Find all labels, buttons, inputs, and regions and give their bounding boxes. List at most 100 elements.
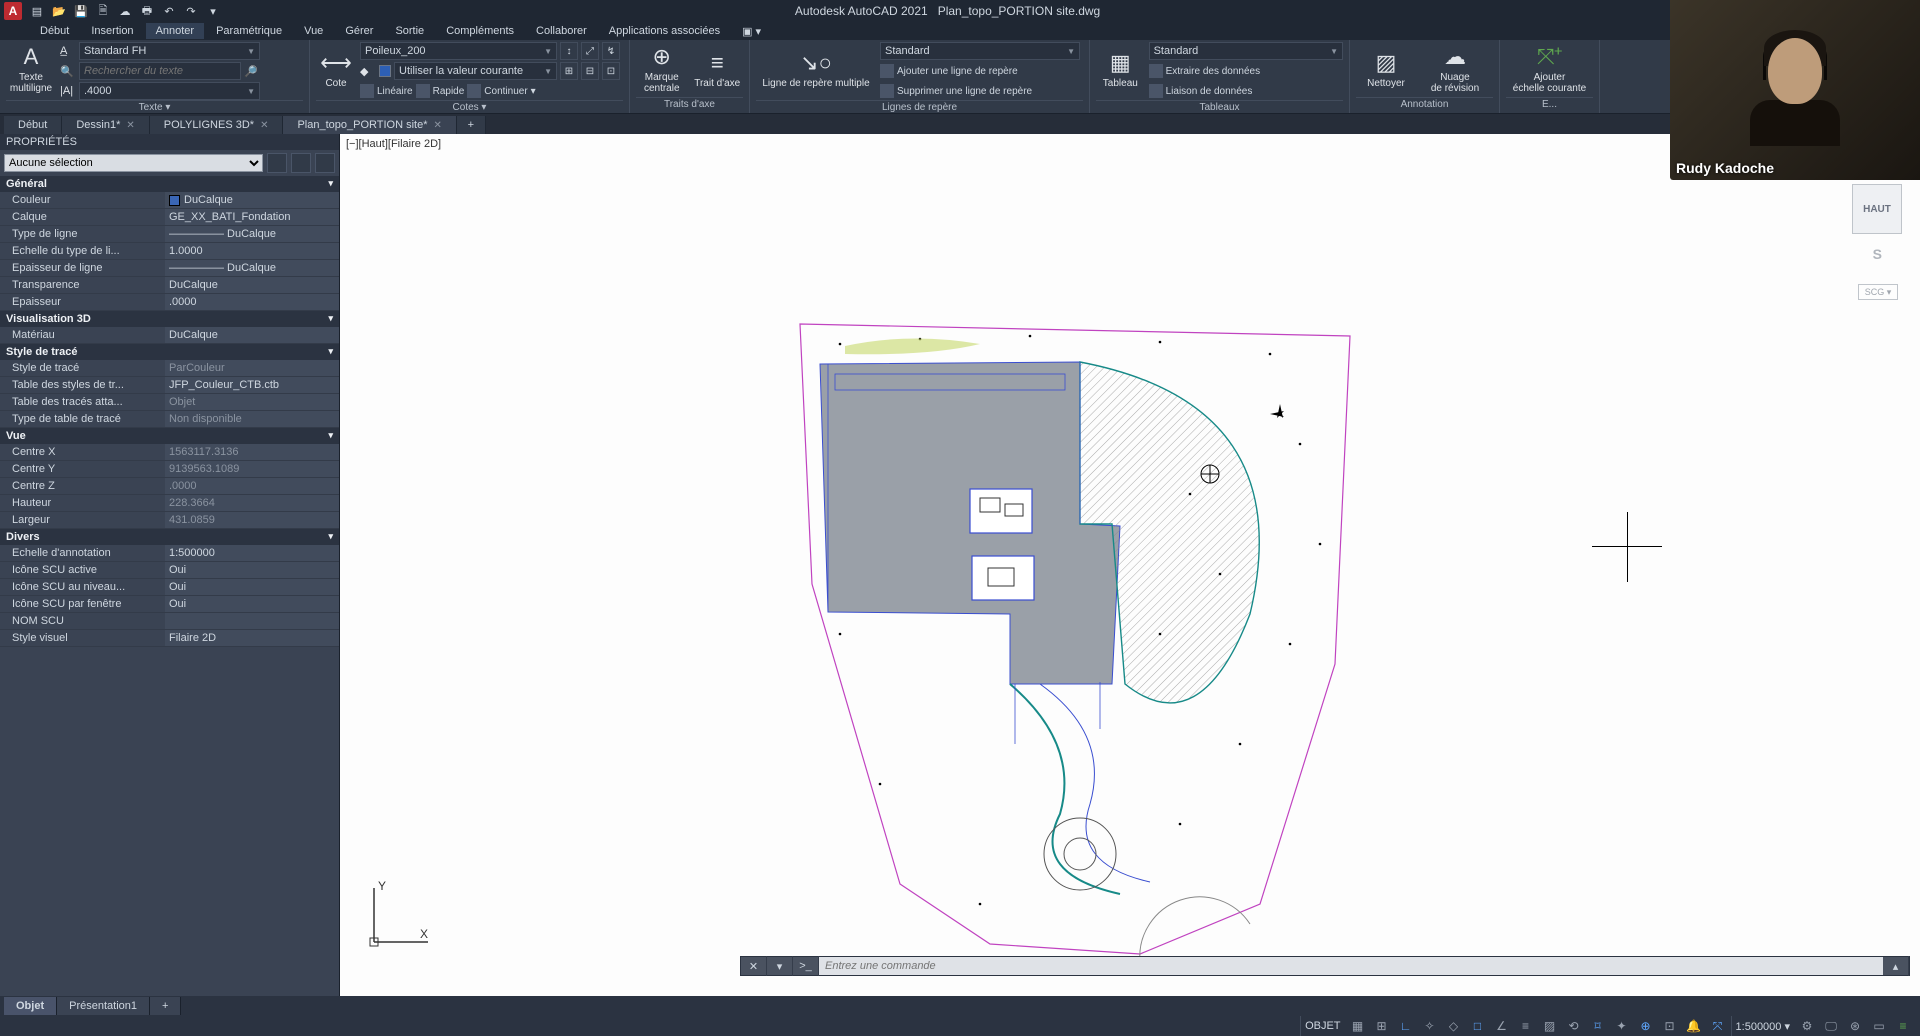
prop-value[interactable]: DuCalque: [165, 192, 339, 208]
extract-data-button[interactable]: Extraire des données: [1149, 64, 1261, 78]
menu-vue[interactable]: Vue: [294, 23, 333, 39]
cleanup-button[interactable]: ▨ Nettoyer: [1356, 42, 1416, 96]
compass-s[interactable]: S: [1873, 246, 1882, 262]
prop-row[interactable]: CouleurDuCalque: [0, 192, 339, 209]
dimlayer-check[interactable]: [379, 65, 391, 77]
revcloud-button[interactable]: ☁ Nuage de révision: [1420, 42, 1490, 96]
dim-break-icon[interactable]: ⤢: [581, 42, 599, 60]
menu-compléments[interactable]: Compléments: [436, 23, 524, 39]
doctab-close-icon[interactable]: ✕: [126, 120, 134, 131]
menu-applications associées[interactable]: Applications associées: [599, 23, 730, 39]
prop-value[interactable]: Oui: [165, 596, 339, 612]
dim-a-icon[interactable]: ⊞: [560, 62, 578, 80]
prop-value[interactable]: 1:500000: [165, 545, 339, 561]
pickadd-icon[interactable]: [291, 153, 311, 173]
table-button[interactable]: ▦ Tableau: [1096, 42, 1145, 96]
prop-row[interactable]: Hauteur228.3664: [0, 495, 339, 512]
panel-reperes-title[interactable]: Lignes de repère: [756, 100, 1083, 113]
prop-row[interactable]: Echelle du type de li...1.0000: [0, 243, 339, 260]
panel-cotes-title[interactable]: Cotes ▾: [316, 100, 623, 113]
text-button[interactable]: A Texte multiligne: [6, 42, 56, 96]
panel-tableaux-title[interactable]: Tableaux: [1096, 100, 1343, 113]
prop-row[interactable]: Centre X1563117.3136: [0, 444, 339, 461]
qat-saveas-icon[interactable]: 🗎: [94, 2, 112, 20]
textheight-dropdown[interactable]: .4000▼: [79, 82, 260, 100]
prop-value[interactable]: 9139563.1089: [165, 461, 339, 477]
qat-undo-icon[interactable]: ↶: [160, 2, 178, 20]
menu-insertion[interactable]: Insertion: [81, 23, 143, 39]
status-iso-icon[interactable]: ◇: [1443, 1016, 1465, 1036]
layouttab-présentation1[interactable]: Présentation1: [57, 997, 150, 1015]
prop-value[interactable]: JFP_Couleur_CTB.ctb: [165, 377, 339, 393]
prop-value[interactable]: Non disponible: [165, 411, 339, 427]
prop-value[interactable]: DuCalque: [165, 277, 339, 293]
prop-section-divers[interactable]: Divers▾: [0, 529, 339, 545]
prop-value[interactable]: [165, 613, 339, 629]
mleaderstyle-dropdown[interactable]: Standard▼: [880, 42, 1080, 60]
qat-open-icon[interactable]: 📂: [50, 2, 68, 20]
menu-annoter[interactable]: Annoter: [146, 23, 205, 39]
prop-value[interactable]: Oui: [165, 562, 339, 578]
find-go-icon[interactable]: 🔎: [244, 65, 260, 78]
prop-row[interactable]: Icône SCU au niveau...Oui: [0, 579, 339, 596]
cmd-expand-icon[interactable]: ▴: [1883, 956, 1909, 976]
status-polar-icon[interactable]: ✧: [1419, 1016, 1441, 1036]
status-scale[interactable]: 1:500000 ▾: [1731, 1016, 1794, 1036]
status-trans-icon[interactable]: ▨: [1539, 1016, 1561, 1036]
dim-linear-button[interactable]: Linéaire: [360, 84, 413, 98]
mleader-button[interactable]: ↘○ Ligne de repère multiple: [756, 42, 876, 96]
prop-value[interactable]: 228.3664: [165, 495, 339, 511]
prop-value[interactable]: 1.0000: [165, 243, 339, 259]
status-monitor-icon[interactable]: 🖵: [1820, 1016, 1842, 1036]
doctab-1[interactable]: Dessin1*✕: [62, 116, 149, 134]
doctab-close-icon[interactable]: ✕: [260, 120, 268, 131]
prop-row[interactable]: Table des styles de tr...JFP_Couleur_CTB…: [0, 377, 339, 394]
prop-row[interactable]: Type de table de tracéNon disponible: [0, 411, 339, 428]
panel-texte-title[interactable]: Texte ▾: [6, 100, 303, 113]
dim-quick-button[interactable]: Rapide: [416, 84, 465, 98]
status-clean-icon[interactable]: ▭: [1868, 1016, 1890, 1036]
dim-jog-icon[interactable]: ↯: [602, 42, 620, 60]
status-otrack-icon[interactable]: ∠: [1491, 1016, 1513, 1036]
qat-save-icon[interactable]: 💾: [72, 2, 90, 20]
prop-value[interactable]: .0000: [165, 294, 339, 310]
prop-value[interactable]: Filaire 2D: [165, 630, 339, 646]
menu-collaborer[interactable]: Collaborer: [526, 23, 597, 39]
menu-sortie[interactable]: Sortie: [385, 23, 434, 39]
command-input[interactable]: [819, 957, 1883, 975]
cote-button[interactable]: ⟷ Cote: [316, 42, 356, 96]
status-grid-icon[interactable]: ▦: [1347, 1016, 1369, 1036]
status-snap-icon[interactable]: ⊞: [1371, 1016, 1393, 1036]
drawing-canvas[interactable]: [780, 284, 1380, 964]
prop-value[interactable]: GE_XX_BATI_Fondation: [165, 209, 339, 225]
dimstyle-dropdown[interactable]: Poileux_200▼: [360, 42, 557, 60]
prop-section-style-de-tracé[interactable]: Style de tracé▾: [0, 344, 339, 360]
layouttab-add[interactable]: +: [150, 997, 181, 1015]
app-logo[interactable]: A: [4, 2, 22, 20]
prop-row[interactable]: Icône SCU par fenêtreOui: [0, 596, 339, 613]
mleader-add-button[interactable]: Ajouter une ligne de repère: [880, 64, 1018, 78]
view-cube[interactable]: HAUT: [1852, 184, 1902, 234]
scg-dropdown[interactable]: SCG ▾: [1858, 284, 1898, 300]
qat-redo-icon[interactable]: ↷: [182, 2, 200, 20]
prop-row[interactable]: Table des tracés atta...Objet: [0, 394, 339, 411]
addscale-button[interactable]: ⤧⁺ Ajouter échelle courante: [1506, 42, 1593, 96]
prop-section-général[interactable]: Général▾: [0, 176, 339, 192]
doctab-0[interactable]: Début: [4, 116, 62, 134]
prop-row[interactable]: CalqueGE_XX_BATI_Fondation: [0, 209, 339, 226]
prop-row[interactable]: Centre Y9139563.1089: [0, 461, 339, 478]
prop-row[interactable]: Largeur431.0859: [0, 512, 339, 529]
dim-continue-button[interactable]: Continuer ▾: [467, 84, 535, 98]
status-annoscale-icon[interactable]: ⤧: [1707, 1016, 1729, 1036]
centermark-button[interactable]: ⊕ Marque centrale: [636, 42, 688, 96]
prop-row[interactable]: MatériauDuCalque: [0, 327, 339, 344]
qat-new-icon[interactable]: ▤: [28, 2, 46, 20]
status-3dosnap-icon[interactable]: ✦: [1611, 1016, 1633, 1036]
prop-row[interactable]: Epaisseur de ligne————— DuCalque: [0, 260, 339, 277]
prop-row[interactable]: TransparenceDuCalque: [0, 277, 339, 294]
status-dynucs-icon[interactable]: ⌑: [1587, 1016, 1609, 1036]
prop-value[interactable]: .0000: [165, 478, 339, 494]
qat-plot-icon[interactable]: 🖶: [138, 2, 156, 20]
status-custom-icon[interactable]: ≡: [1892, 1016, 1914, 1036]
datalink-button[interactable]: Liaison de données: [1149, 84, 1253, 98]
